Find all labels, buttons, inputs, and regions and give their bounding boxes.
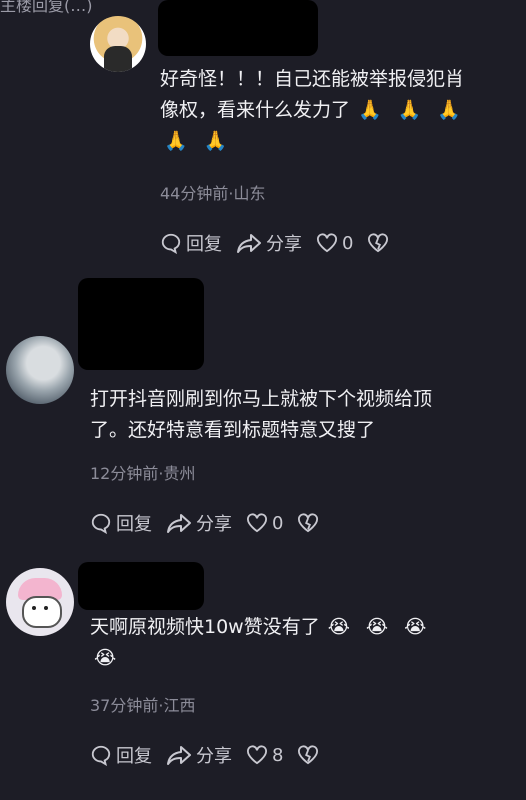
avatar[interactable]: [6, 336, 74, 404]
reply-button[interactable]: 回复: [160, 230, 222, 256]
comment-actions: 回复 分享 0: [160, 230, 407, 256]
heart-icon: [247, 513, 267, 533]
broken-heart-icon: [368, 233, 389, 253]
pray-emoji: 🙏: [164, 130, 188, 152]
share-icon: [167, 746, 191, 765]
dislike-button[interactable]: [367, 233, 393, 253]
comment-meta: 44分钟前·山东: [160, 184, 266, 203]
reply-icon: [161, 233, 181, 254]
avatar[interactable]: [6, 568, 74, 636]
crying-emoji: 😭: [94, 647, 117, 669]
share-button[interactable]: 分享: [166, 510, 232, 536]
cut-off-text: 主楼回复(…): [0, 0, 93, 15]
avatar[interactable]: [90, 16, 146, 72]
comment-actions: 回复 分享 0: [90, 510, 337, 536]
reply-icon: [91, 513, 111, 534]
dislike-button[interactable]: [297, 513, 323, 533]
comment-text: 打开抖音刚刷到你马上就被下个视频给顶 了。还好特意看到标题特意又搜了: [90, 388, 433, 441]
reply-icon: [91, 745, 111, 766]
dislike-button[interactable]: [297, 745, 323, 765]
share-button[interactable]: 分享: [236, 230, 302, 256]
crying-emoji: 😭: [327, 616, 350, 638]
share-icon: [167, 514, 191, 533]
share-icon: [237, 234, 261, 253]
comment-actions: 回复 分享 8: [90, 742, 337, 768]
broken-heart-icon: [298, 745, 319, 765]
like-button[interactable]: 8: [246, 745, 283, 766]
comment-text: 好奇怪！！！自己还能被举报侵犯肖 像权，看来什么发力了 🙏 🙏 🙏 🙏 🙏: [160, 64, 520, 157]
pray-emoji: 🙏: [358, 99, 382, 121]
crying-emoji: 😭: [404, 616, 427, 638]
reply-button[interactable]: 回复: [90, 510, 152, 536]
redacted-username: [78, 562, 204, 610]
share-button[interactable]: 分享: [166, 742, 232, 768]
pray-emoji: 🙏: [437, 99, 462, 121]
pray-emoji: 🙏: [397, 99, 422, 121]
like-button[interactable]: 0: [316, 233, 353, 254]
reply-button[interactable]: 回复: [90, 742, 152, 768]
pray-emoji: 🙏: [203, 130, 228, 152]
heart-icon: [247, 745, 267, 765]
like-button[interactable]: 0: [246, 513, 283, 534]
comment-text: 天啊原视频快10w赞没有了 😭 😭 😭 😭: [90, 612, 520, 674]
redacted-username: [158, 0, 318, 56]
comment-meta: 12分钟前·贵州: [90, 464, 196, 483]
crying-emoji: 😭: [365, 616, 389, 638]
redacted-username: [78, 278, 204, 370]
comment-meta: 37分钟前·江西: [90, 696, 196, 715]
broken-heart-icon: [298, 513, 319, 533]
heart-icon: [317, 233, 337, 253]
